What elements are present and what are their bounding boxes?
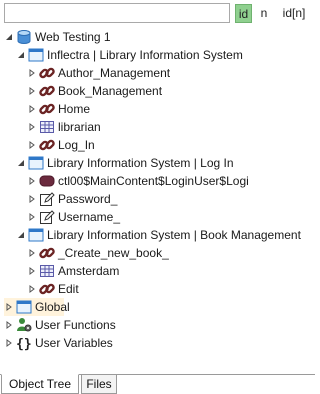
expanded-arrow-icon[interactable] [16,230,26,240]
tree-node-link[interactable]: Edit [27,280,79,298]
collapsed-arrow-icon[interactable] [27,176,37,186]
tree-node-link[interactable]: _Create_new_book_ [27,244,169,262]
tree-node-label: Log_In [58,138,95,152]
tree-node-label: Global [35,300,70,314]
tree-node-link[interactable]: Log_In [27,136,95,154]
tree-node-button[interactable]: ctl00$MainContent$LoginUser$Logi [27,172,249,190]
tree-node-label: Password_ [58,192,118,206]
tree-node-label: User Functions [35,318,116,332]
collapsed-arrow-icon[interactable] [27,266,37,276]
link-chain-icon [39,83,55,99]
tree-node-link[interactable]: Home [27,100,90,118]
object-tree: Web Testing 1 Inflectra | Library Inform… [0,26,315,374]
tree-node-textbox[interactable]: Username_ [27,208,120,226]
collapsed-arrow-icon[interactable] [27,194,37,204]
tree-node-table[interactable]: librarian [27,118,101,136]
tree-node-label: User Variables [35,336,113,350]
n-mode-button[interactable]: n [258,4,270,23]
link-chain-icon [39,101,55,117]
link-chain-icon [39,65,55,81]
expanded-arrow-icon[interactable] [4,32,14,42]
collapsed-arrow-icon[interactable] [27,212,37,222]
search-input[interactable] [4,3,230,23]
tree-node-label: Amsterdam [58,264,120,278]
window-icon [16,299,32,315]
collapsed-arrow-icon[interactable] [27,140,37,150]
tree-node-global[interactable]: Global [4,298,70,316]
tab-object-tree[interactable]: Object Tree [1,374,79,394]
window-icon [28,227,44,243]
tree-node-label: ctl00$MainContent$LoginUser$Logi [58,174,249,188]
expanded-arrow-icon[interactable] [16,158,26,168]
tree-node-page[interactable]: Inflectra | Library Information System [16,46,243,64]
tree-node-page[interactable]: Library Information System | Book Manage… [16,226,301,244]
svg-text:{}: {} [16,337,32,351]
collapsed-arrow-icon[interactable] [4,320,14,330]
person-gear-icon [16,317,32,333]
tree-node-label: _Create_new_book_ [58,246,169,260]
collapsed-arrow-icon[interactable] [4,338,14,348]
link-chain-icon [39,245,55,261]
toolbar: id n id[n] [0,0,315,26]
tree-node-root[interactable]: Web Testing 1 [4,28,111,46]
tree-node-label: Library Information System | Log In [47,156,234,170]
tree-node-page[interactable]: Library Information System | Log In [16,154,234,172]
braces-icon: {} [16,335,32,351]
tree-node-label: Inflectra | Library Information System [47,48,243,62]
collapsed-arrow-icon[interactable] [4,302,14,312]
bottom-tab-bar: Object Tree Files [0,374,315,394]
tree-node-table[interactable]: Amsterdam [27,262,119,280]
id-index-mode-button[interactable]: id[n] [277,4,311,23]
table-grid-icon [39,119,55,135]
link-chain-icon [39,281,55,297]
window-icon [28,155,44,171]
tree-node-label: Edit [58,282,79,296]
edit-pencil-icon [39,191,55,207]
tree-node-label: Author_Management [58,66,171,80]
collapsed-arrow-icon[interactable] [27,104,37,114]
tree-node-user-variables[interactable]: {} User Variables [4,334,113,352]
expanded-arrow-icon[interactable] [16,50,26,60]
tab-files[interactable]: Files [81,374,117,394]
tree-node-label: Book_Management [58,84,163,98]
edit-pencil-icon [39,209,55,225]
tree-node-label: Username_ [58,210,121,224]
tree-node-label: Home [58,102,91,116]
tree-node-user-functions[interactable]: User Functions [4,316,116,334]
button-icon [39,173,55,189]
collapsed-arrow-icon[interactable] [27,68,37,78]
tree-node-link[interactable]: Book_Management [27,82,162,100]
link-chain-icon [39,137,55,153]
database-icon [16,29,32,45]
tree-node-textbox[interactable]: Password_ [27,190,117,208]
collapsed-arrow-icon[interactable] [27,248,37,258]
tree-node-label: Library Information System | Book Manage… [47,228,301,242]
tree-node-label: librarian [58,120,101,134]
collapsed-arrow-icon[interactable] [27,122,37,132]
table-grid-icon [39,263,55,279]
id-mode-button[interactable]: id [235,4,252,23]
window-icon [28,47,44,63]
collapsed-arrow-icon[interactable] [27,284,37,294]
tree-node-label: Web Testing 1 [35,30,111,44]
collapsed-arrow-icon[interactable] [27,86,37,96]
tree-node-link[interactable]: Author_Management [27,64,170,82]
